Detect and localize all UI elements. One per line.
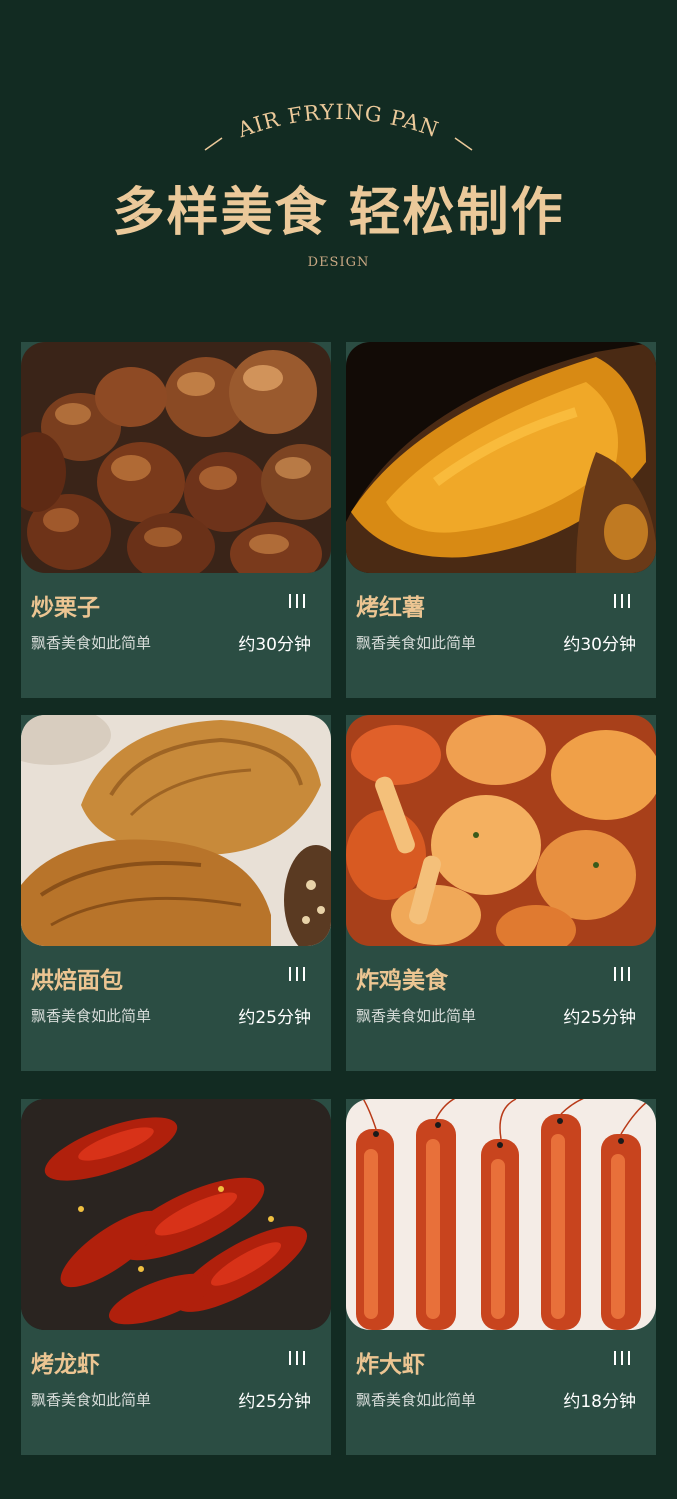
- header: AIR FRYING PAN 多样美食 轻松制作 DESIGN: [0, 0, 677, 300]
- food-card-crayfish[interactable]: 烤龙虾 飘香美食如此简单 约25分钟: [21, 1099, 331, 1455]
- food-card-fried-chicken[interactable]: 炸鸡美食 飘香美食如此简单 约25分钟: [346, 715, 656, 1071]
- food-photo: [346, 715, 656, 946]
- menu-bars-icon[interactable]: [614, 594, 632, 608]
- menu-bars-icon[interactable]: [289, 1351, 307, 1365]
- food-description: 飘香美食如此简单: [31, 1391, 152, 1409]
- food-photo: [21, 715, 331, 946]
- food-card-sweet-potato[interactable]: 烤红薯 飘香美食如此简单 约30分钟: [346, 342, 656, 698]
- page-title: 多样美食 轻松制作: [112, 183, 565, 243]
- menu-bars-icon[interactable]: [614, 967, 632, 981]
- food-photo: [21, 342, 331, 573]
- food-photo: [346, 342, 656, 573]
- food-name: 烤红薯: [356, 595, 425, 621]
- cook-time: 约25分钟: [238, 1392, 311, 1412]
- page-subtitle: DESIGN: [307, 255, 370, 270]
- food-name: 烤龙虾: [31, 1352, 100, 1378]
- cook-time: 约18分钟: [563, 1392, 636, 1412]
- food-photo: [21, 1099, 331, 1330]
- food-name: 炸鸡美食: [356, 968, 448, 994]
- cook-time: 约30分钟: [238, 635, 311, 655]
- food-description: 飘香美食如此简单: [31, 1007, 152, 1025]
- cook-time: 约25分钟: [238, 1008, 311, 1028]
- food-description: 飘香美食如此简单: [356, 1007, 477, 1025]
- menu-bars-icon[interactable]: [614, 1351, 632, 1365]
- cook-time: 约30分钟: [563, 635, 636, 655]
- food-description: 飘香美食如此简单: [356, 634, 477, 652]
- menu-bars-icon[interactable]: [289, 594, 307, 608]
- food-card-bread[interactable]: 烘焙面包 飘香美食如此简单 约25分钟: [21, 715, 331, 1071]
- food-card-chestnuts[interactable]: 炒栗子 飘香美食如此简单 约30分钟: [21, 342, 331, 698]
- menu-bars-icon[interactable]: [289, 967, 307, 981]
- food-name: 炸大虾: [356, 1352, 425, 1378]
- food-photo: [346, 1099, 656, 1330]
- arc-title-text: AIR FRYING PAN: [234, 100, 441, 143]
- cook-time: 约25分钟: [563, 1008, 636, 1028]
- food-description: 飘香美食如此简单: [356, 1391, 477, 1409]
- food-card-shrimp[interactable]: 炸大虾 飘香美食如此简单 约18分钟: [346, 1099, 656, 1455]
- food-description: 飘香美食如此简单: [31, 634, 152, 652]
- svg-text:AIR FRYING PAN: AIR FRYING PAN: [234, 100, 442, 143]
- arc-title: AIR FRYING PAN: [0, 92, 677, 162]
- food-name: 炒栗子: [31, 595, 100, 621]
- food-name: 烘焙面包: [31, 968, 123, 994]
